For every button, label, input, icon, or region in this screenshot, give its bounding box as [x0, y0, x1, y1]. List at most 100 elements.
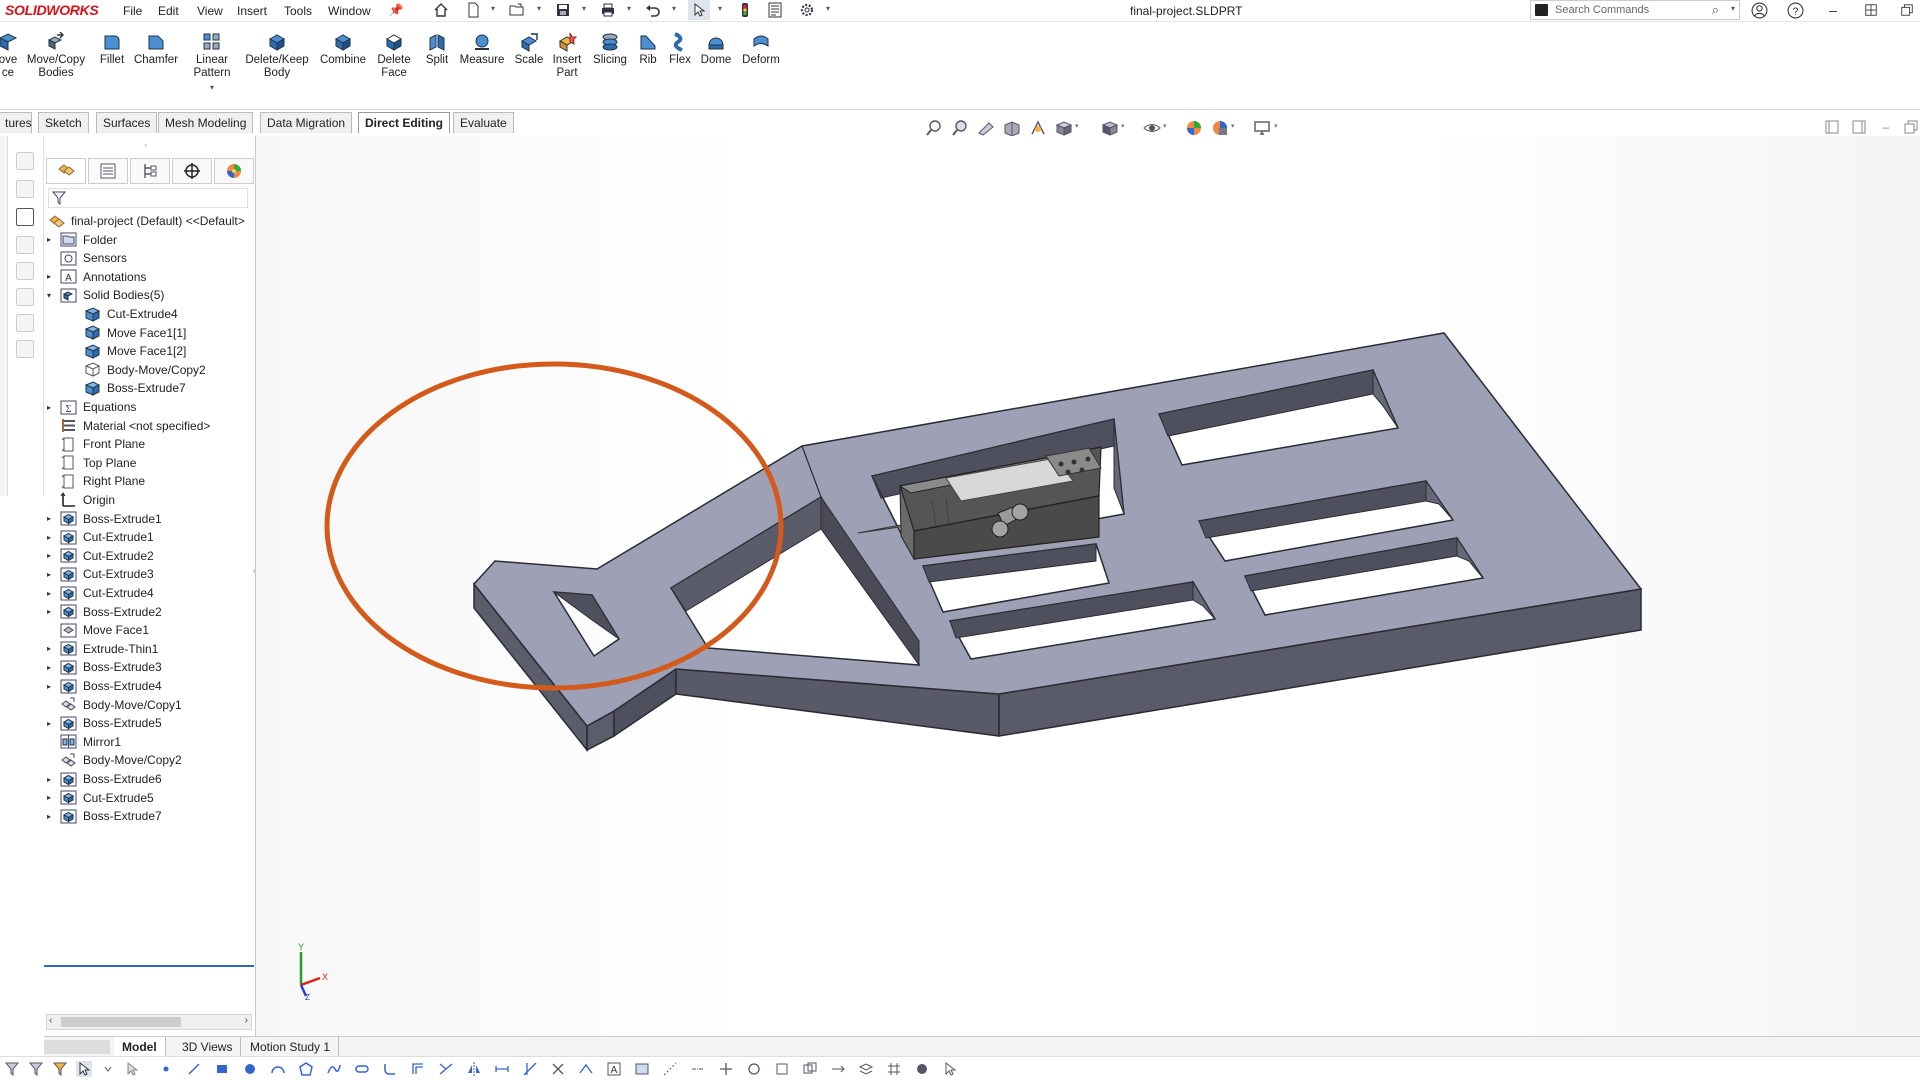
help-icon[interactable]: ?	[1782, 0, 1808, 20]
tree-item-boss-extrude3[interactable]: ▸ Boss-Extrude3	[44, 657, 162, 677]
sketch-picture-icon[interactable]	[634, 1061, 650, 1077]
restore-icon[interactable]	[1858, 0, 1884, 20]
quick-snaps-icon[interactable]	[578, 1061, 594, 1077]
layers-icon[interactable]	[858, 1061, 874, 1077]
sketch-filter-icon[interactable]	[4, 1061, 20, 1077]
menu-edit[interactable]: Edit	[158, 4, 179, 18]
view-orientation-dropdown-icon[interactable]: ▾	[1075, 122, 1079, 130]
expand-toggle-icon[interactable]: ▸	[44, 272, 54, 281]
linear-pattern-button[interactable]: Linear Pattern ▾	[190, 32, 234, 94]
minimize-icon[interactable]: –	[1820, 0, 1846, 20]
tree-item-annotations[interactable]: ▸ A Annotations	[44, 267, 146, 287]
viewport-minimize-icon[interactable]: –	[1876, 118, 1896, 136]
hide-show-dropdown-icon[interactable]: ▾	[1163, 122, 1167, 130]
3d-model-view[interactable]	[256, 136, 1920, 1036]
tree-item-move-face1-1[interactable]: Move Face1[1]	[68, 323, 186, 343]
tab-dimxpert-manager[interactable]	[172, 158, 212, 184]
relations-icon[interactable]	[522, 1061, 538, 1077]
account-icon[interactable]	[1746, 0, 1772, 20]
tree-item-folder[interactable]: ▸ Folder	[44, 230, 117, 250]
mass-properties-icon[interactable]	[16, 340, 34, 358]
tab-sketch[interactable]: Sketch	[38, 112, 89, 133]
tree-item-cut-extrude4[interactable]: ▸ Cut-Extrude4	[44, 583, 154, 603]
tree-item-cut-extrude3[interactable]: ▸ Cut-Extrude3	[44, 564, 154, 584]
print-icon[interactable]	[597, 0, 619, 20]
rib-button[interactable]: Rib	[636, 32, 660, 67]
view-settings-icon[interactable]	[1252, 119, 1272, 137]
pin-icon[interactable]: 📌	[385, 0, 407, 20]
graphics-area[interactable]: Y X Z	[256, 136, 1920, 1036]
split-view-icon[interactable]	[1849, 118, 1869, 136]
tree-item-mirror1[interactable]: Mirror1	[44, 732, 121, 752]
tree-root-part[interactable]: final-project (Default) <<Default>	[48, 211, 245, 231]
options-gear-icon[interactable]	[796, 0, 818, 20]
scroll-right-icon[interactable]: ›	[245, 1015, 248, 1026]
insert-part-button[interactable]: Insert Part	[550, 32, 584, 80]
home-icon[interactable]	[430, 0, 452, 20]
menu-window[interactable]: Window	[328, 4, 371, 18]
tree-item-right-plane[interactable]: Right Plane	[44, 471, 145, 491]
tree-item-move-face1[interactable]: Move Face1	[44, 620, 149, 640]
open-dropdown-icon[interactable]: ▾	[537, 4, 541, 13]
zoom-to-area-icon[interactable]	[950, 119, 970, 137]
undo-dropdown-icon[interactable]: ▾	[672, 4, 676, 13]
expand-toggle-icon[interactable]: ▸	[44, 235, 54, 244]
previous-view-icon[interactable]	[976, 119, 996, 137]
sketch-tool-icon[interactable]	[16, 152, 34, 170]
move-face-button[interactable]: ove ce	[0, 32, 18, 80]
tree-horizontal-scrollbar[interactable]: ‹ ›	[46, 1014, 252, 1030]
zoom-to-fit-icon[interactable]	[924, 119, 944, 137]
save-icon[interactable]	[552, 0, 574, 20]
expand-toggle-icon[interactable]: ▸	[44, 812, 54, 821]
solidworks-logo[interactable]: SOLIDWORKS	[5, 2, 99, 18]
menu-view[interactable]: View	[197, 4, 223, 18]
view-orientation-icon[interactable]	[1054, 119, 1074, 137]
mirror-sketch-icon[interactable]	[466, 1061, 482, 1077]
scale-entities-icon[interactable]	[774, 1061, 790, 1077]
tree-item-cut-extrude2[interactable]: ▸ Cut-Extrude2	[44, 546, 154, 566]
expand-toggle-icon[interactable]: ▸	[44, 514, 54, 523]
circle-icon[interactable]	[242, 1061, 258, 1077]
search-commands-field[interactable]: Search Commands ⌕ ▾	[1530, 0, 1740, 20]
tree-item-extrude-thin1[interactable]: ▸ Extrude-Thin1	[44, 639, 158, 659]
select-arrow-icon[interactable]	[76, 1061, 92, 1077]
arc-icon[interactable]	[270, 1061, 286, 1077]
tree-item-cut-extrude4[interactable]: Cut-Extrude4	[68, 304, 178, 324]
fillet-button[interactable]: Fillet	[96, 32, 128, 67]
tab-evaluate[interactable]: Evaluate	[453, 112, 514, 133]
centerline-icon[interactable]	[690, 1061, 706, 1077]
instant3d-icon[interactable]	[16, 288, 34, 306]
line-icon[interactable]	[186, 1061, 202, 1077]
slot-icon[interactable]	[354, 1061, 370, 1077]
expand-toggle-icon[interactable]: ▸	[44, 607, 54, 616]
tree-item-boss-extrude6[interactable]: ▸ Boss-Extrude6	[44, 769, 162, 789]
curves-icon[interactable]	[16, 262, 34, 280]
expand-toggle-icon[interactable]: ▸	[44, 719, 54, 728]
display-style-icon[interactable]	[1100, 119, 1120, 137]
save-dropdown-icon[interactable]: ▾	[582, 4, 586, 13]
search-dropdown-icon[interactable]: ▾	[1731, 4, 1735, 13]
tree-item-sensors[interactable]: Sensors	[44, 248, 127, 268]
tree-item-body-move-copy1[interactable]: Body-Move/Copy1	[44, 695, 182, 715]
deform-button[interactable]: Deform	[738, 32, 784, 67]
tree-item-boss-extrude4[interactable]: ▸ Boss-Extrude4	[44, 676, 162, 696]
display-style-dropdown-icon[interactable]: ▾	[1121, 122, 1125, 130]
tab-mesh-modeling[interactable]: Mesh Modeling	[158, 112, 254, 133]
text-icon[interactable]: A	[606, 1061, 622, 1077]
tab-surfaces[interactable]: Surfaces	[96, 112, 158, 133]
expand-toggle-icon[interactable]: ▸	[44, 644, 54, 653]
options-dropdown-icon[interactable]: ▾	[826, 4, 830, 13]
filter-edges-icon[interactable]	[52, 1061, 68, 1077]
tree-item-move-face1-2[interactable]: Move Face1[2]	[68, 341, 186, 361]
tab-motion-study[interactable]: Motion Study 1	[242, 1037, 340, 1056]
rectangle-icon[interactable]	[214, 1061, 230, 1077]
rebuild-icon[interactable]	[734, 0, 756, 20]
trim-icon[interactable]	[438, 1061, 454, 1077]
apply-scene-dropdown-icon[interactable]: ▾	[1231, 122, 1235, 130]
tree-filter-field[interactable]	[48, 188, 248, 208]
repair-sketch-icon[interactable]	[550, 1061, 566, 1077]
expand-toggle-icon[interactable]: ▸	[44, 403, 54, 412]
expand-toggle-icon[interactable]: ▾	[44, 291, 54, 300]
expand-toggle-icon[interactable]: ▸	[44, 551, 54, 560]
viewport-restore-icon[interactable]	[1900, 118, 1920, 136]
